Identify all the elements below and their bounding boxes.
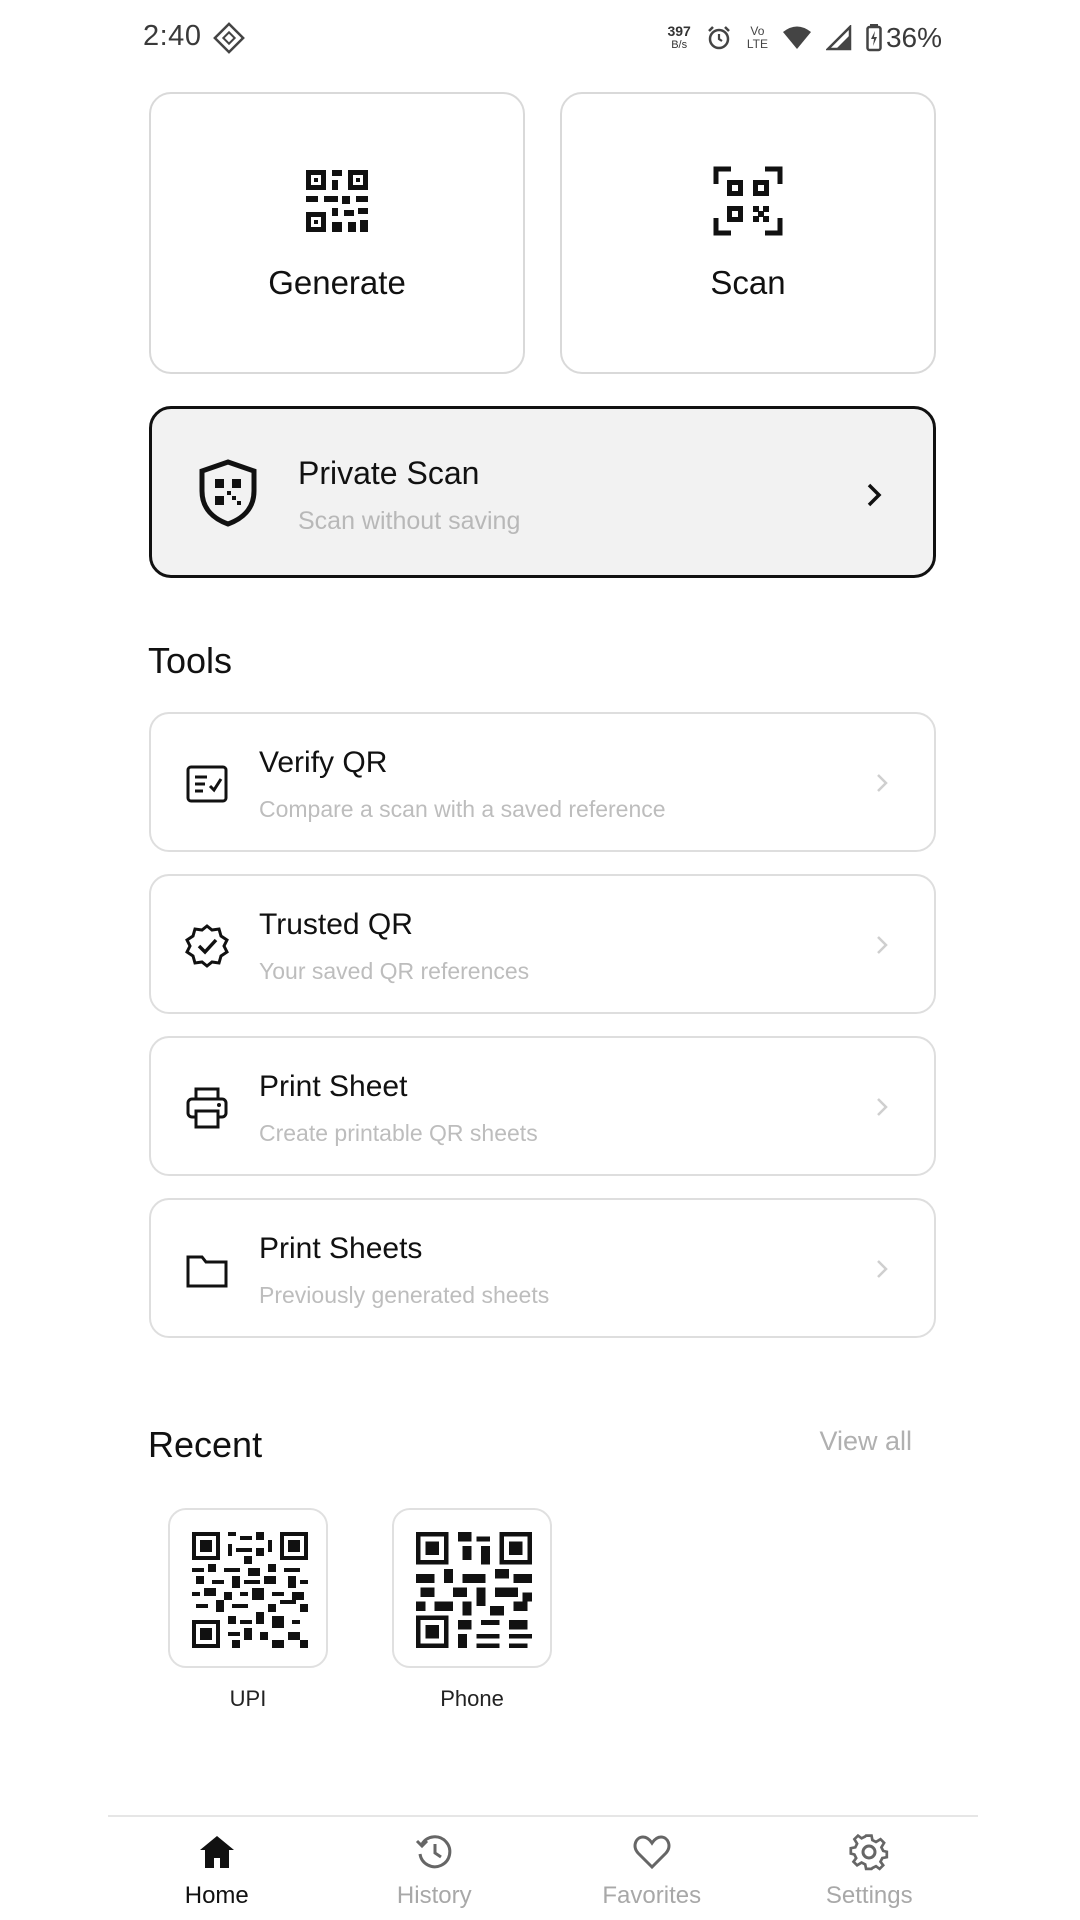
chevron-right-icon bbox=[867, 483, 882, 507]
status-icons: 397 B/s Vo LTE 36% bbox=[667, 18, 942, 58]
verify-list-icon bbox=[186, 765, 228, 803]
private-scan-subtitle: Scan without saving bbox=[298, 507, 521, 535]
net-speed-value: 397 bbox=[667, 23, 691, 39]
battery-icon bbox=[866, 24, 882, 52]
diamond-nav-icon bbox=[213, 22, 245, 54]
network-speed: 397 B/s bbox=[667, 24, 690, 52]
view-all-link[interactable]: View all bbox=[819, 1426, 912, 1457]
nav-favorites[interactable]: Favorites bbox=[543, 1818, 761, 1920]
recent-item-upi[interactable]: UPI bbox=[168, 1508, 328, 1712]
nav-label: History bbox=[396, 1882, 472, 1909]
status-bar: 2:40 397 B/s Vo LTE 36% bbox=[0, 0, 1080, 76]
recent-item-label: UPI bbox=[229, 1686, 267, 1711]
nav-label: Home bbox=[184, 1882, 249, 1909]
nav-settings[interactable]: Settings bbox=[761, 1818, 979, 1920]
chevron-right-icon bbox=[877, 774, 888, 792]
chevron-right-icon bbox=[877, 936, 888, 954]
alarm-icon bbox=[707, 26, 730, 50]
scan-label: Scan bbox=[710, 264, 786, 301]
qr-code-image bbox=[192, 1532, 308, 1648]
generate-label: Generate bbox=[268, 264, 406, 301]
nav-label: Settings bbox=[825, 1882, 913, 1909]
volte-bottom: LTE bbox=[746, 37, 768, 51]
tool-subtitle: Compare a scan with a saved reference bbox=[259, 796, 666, 822]
verified-badge-icon bbox=[185, 924, 229, 968]
generate-card[interactable]: Generate bbox=[149, 92, 525, 374]
qr-scan-icon bbox=[713, 166, 783, 236]
tools-section-title: Tools bbox=[148, 640, 233, 681]
recent-item-phone[interactable]: Phone bbox=[392, 1508, 552, 1712]
gear-icon bbox=[849, 1833, 889, 1871]
tool-print-sheet[interactable]: Print Sheet Create printable QR sheets bbox=[149, 1036, 936, 1176]
tool-subtitle: Previously generated sheets bbox=[259, 1282, 550, 1308]
history-icon bbox=[416, 1835, 452, 1869]
nav-label: Favorites bbox=[602, 1882, 702, 1909]
tool-subtitle: Your saved QR references bbox=[259, 958, 530, 984]
tool-subtitle: Create printable QR sheets bbox=[259, 1120, 538, 1146]
bottom-nav: Home History Favorites Settings bbox=[108, 1818, 978, 1920]
battery-percent: 36% bbox=[885, 22, 942, 53]
recent-section-title: Recent bbox=[148, 1424, 263, 1465]
tool-title: Trusted QR bbox=[259, 908, 413, 941]
shield-qr-icon bbox=[199, 459, 257, 527]
net-speed-unit: B/s bbox=[671, 39, 688, 51]
heart-icon bbox=[633, 1835, 671, 1870]
wifi-icon bbox=[782, 26, 811, 49]
tool-verify-qr[interactable]: Verify QR Compare a scan with a saved re… bbox=[149, 712, 936, 852]
tool-print-sheets[interactable]: Print Sheets Previously generated sheets bbox=[149, 1198, 936, 1338]
qr-code-icon bbox=[306, 170, 368, 232]
signal-icon bbox=[825, 25, 852, 51]
private-scan-title: Private Scan bbox=[298, 455, 480, 491]
private-scan-card[interactable]: Private Scan Scan without saving bbox=[149, 406, 936, 578]
home-icon bbox=[199, 1836, 234, 1868]
scan-card[interactable]: Scan bbox=[560, 92, 936, 374]
battery-indicator: 36% bbox=[866, 22, 942, 54]
nav-home[interactable]: Home bbox=[108, 1818, 326, 1920]
status-time: 2:40 bbox=[143, 20, 202, 52]
tool-title: Print Sheets bbox=[259, 1232, 423, 1265]
chevron-right-icon bbox=[877, 1098, 888, 1116]
recent-item-label: Phone bbox=[440, 1686, 504, 1711]
tool-trusted-qr[interactable]: Trusted QR Your saved QR references bbox=[149, 874, 936, 1014]
recent-qr-thumbnail[interactable] bbox=[392, 1508, 552, 1668]
tool-title: Verify QR bbox=[259, 746, 388, 779]
recent-qr-thumbnail[interactable] bbox=[168, 1508, 328, 1668]
qr-code-image bbox=[416, 1532, 532, 1648]
tool-title: Print Sheet bbox=[259, 1070, 408, 1103]
nav-history[interactable]: History bbox=[326, 1818, 544, 1920]
printer-icon bbox=[186, 1087, 228, 1129]
folder-icon bbox=[186, 1255, 228, 1288]
bottom-nav-divider bbox=[108, 1815, 978, 1817]
chevron-right-icon bbox=[877, 1260, 888, 1278]
volte-indicator: Vo LTE bbox=[747, 25, 768, 51]
